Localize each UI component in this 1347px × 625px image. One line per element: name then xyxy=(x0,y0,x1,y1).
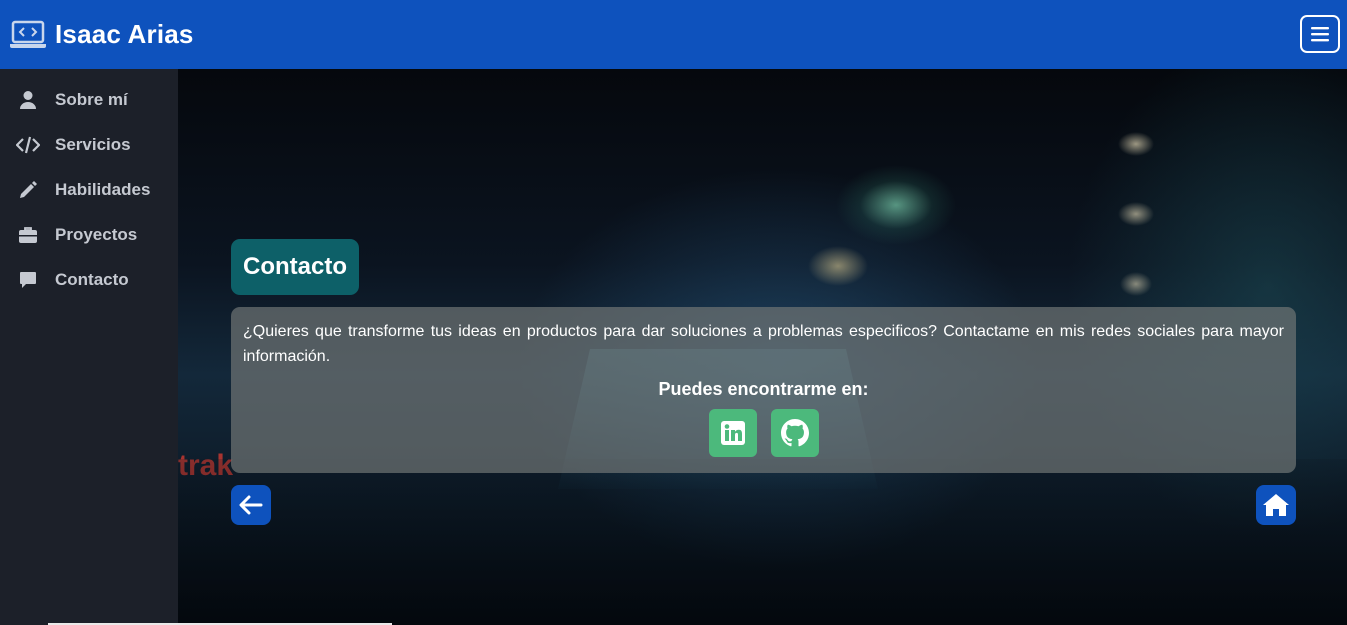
linkedin-button[interactable] xyxy=(708,409,757,457)
sidebar-item-habilidades[interactable]: Habilidades xyxy=(0,167,178,212)
sidebar-item-label: Sobre mí xyxy=(55,89,128,109)
brand[interactable]: Isaac Arias xyxy=(9,19,194,50)
menu-toggle-button[interactable] xyxy=(1300,15,1340,53)
arrow-left-icon xyxy=(239,495,263,515)
sidebar-item-proyectos[interactable]: Proyectos xyxy=(0,212,178,257)
comment-icon xyxy=(16,270,40,290)
code-icon xyxy=(16,135,40,155)
sidebar-item-label: Servicios xyxy=(55,134,131,154)
sidebar: Sobre mí Servicios Habilidades Proyectos… xyxy=(0,69,178,625)
pencil-icon xyxy=(16,180,40,200)
back-button[interactable] xyxy=(231,485,271,525)
contact-card: ¿Quieres que transforme tus ideas en pro… xyxy=(231,307,1296,473)
sidebar-item-servicios[interactable]: Servicios xyxy=(0,122,178,167)
section-title: Contacto xyxy=(231,239,359,295)
laptop-code-icon xyxy=(10,20,46,48)
sidebar-item-label: Contacto xyxy=(55,269,129,289)
sidebar-item-label: Habilidades xyxy=(55,179,151,199)
github-icon xyxy=(780,419,809,447)
hamburger-icon xyxy=(1311,27,1329,42)
top-navbar: Isaac Arias xyxy=(0,0,1347,69)
contact-hero: trak Contacto ¿Quieres que transforme tu… xyxy=(178,69,1347,625)
background-sign-text: trak xyxy=(178,449,234,482)
home-icon xyxy=(1263,494,1289,516)
briefcase-icon xyxy=(16,225,40,245)
linkedin-icon xyxy=(720,421,745,445)
github-button[interactable] xyxy=(770,409,819,457)
sidebar-item-sobre-mi[interactable]: Sobre mí xyxy=(0,77,178,122)
contact-description: ¿Quieres que transforme tus ideas en pro… xyxy=(243,323,1284,365)
home-button[interactable] xyxy=(1256,485,1296,525)
user-icon xyxy=(16,90,40,110)
sidebar-item-contacto[interactable]: Contacto xyxy=(0,257,178,302)
social-title: Puedes encontrarme en: xyxy=(658,379,869,399)
social-links xyxy=(243,409,1284,457)
brand-name: Isaac Arias xyxy=(55,19,194,49)
sidebar-item-label: Proyectos xyxy=(55,224,138,244)
